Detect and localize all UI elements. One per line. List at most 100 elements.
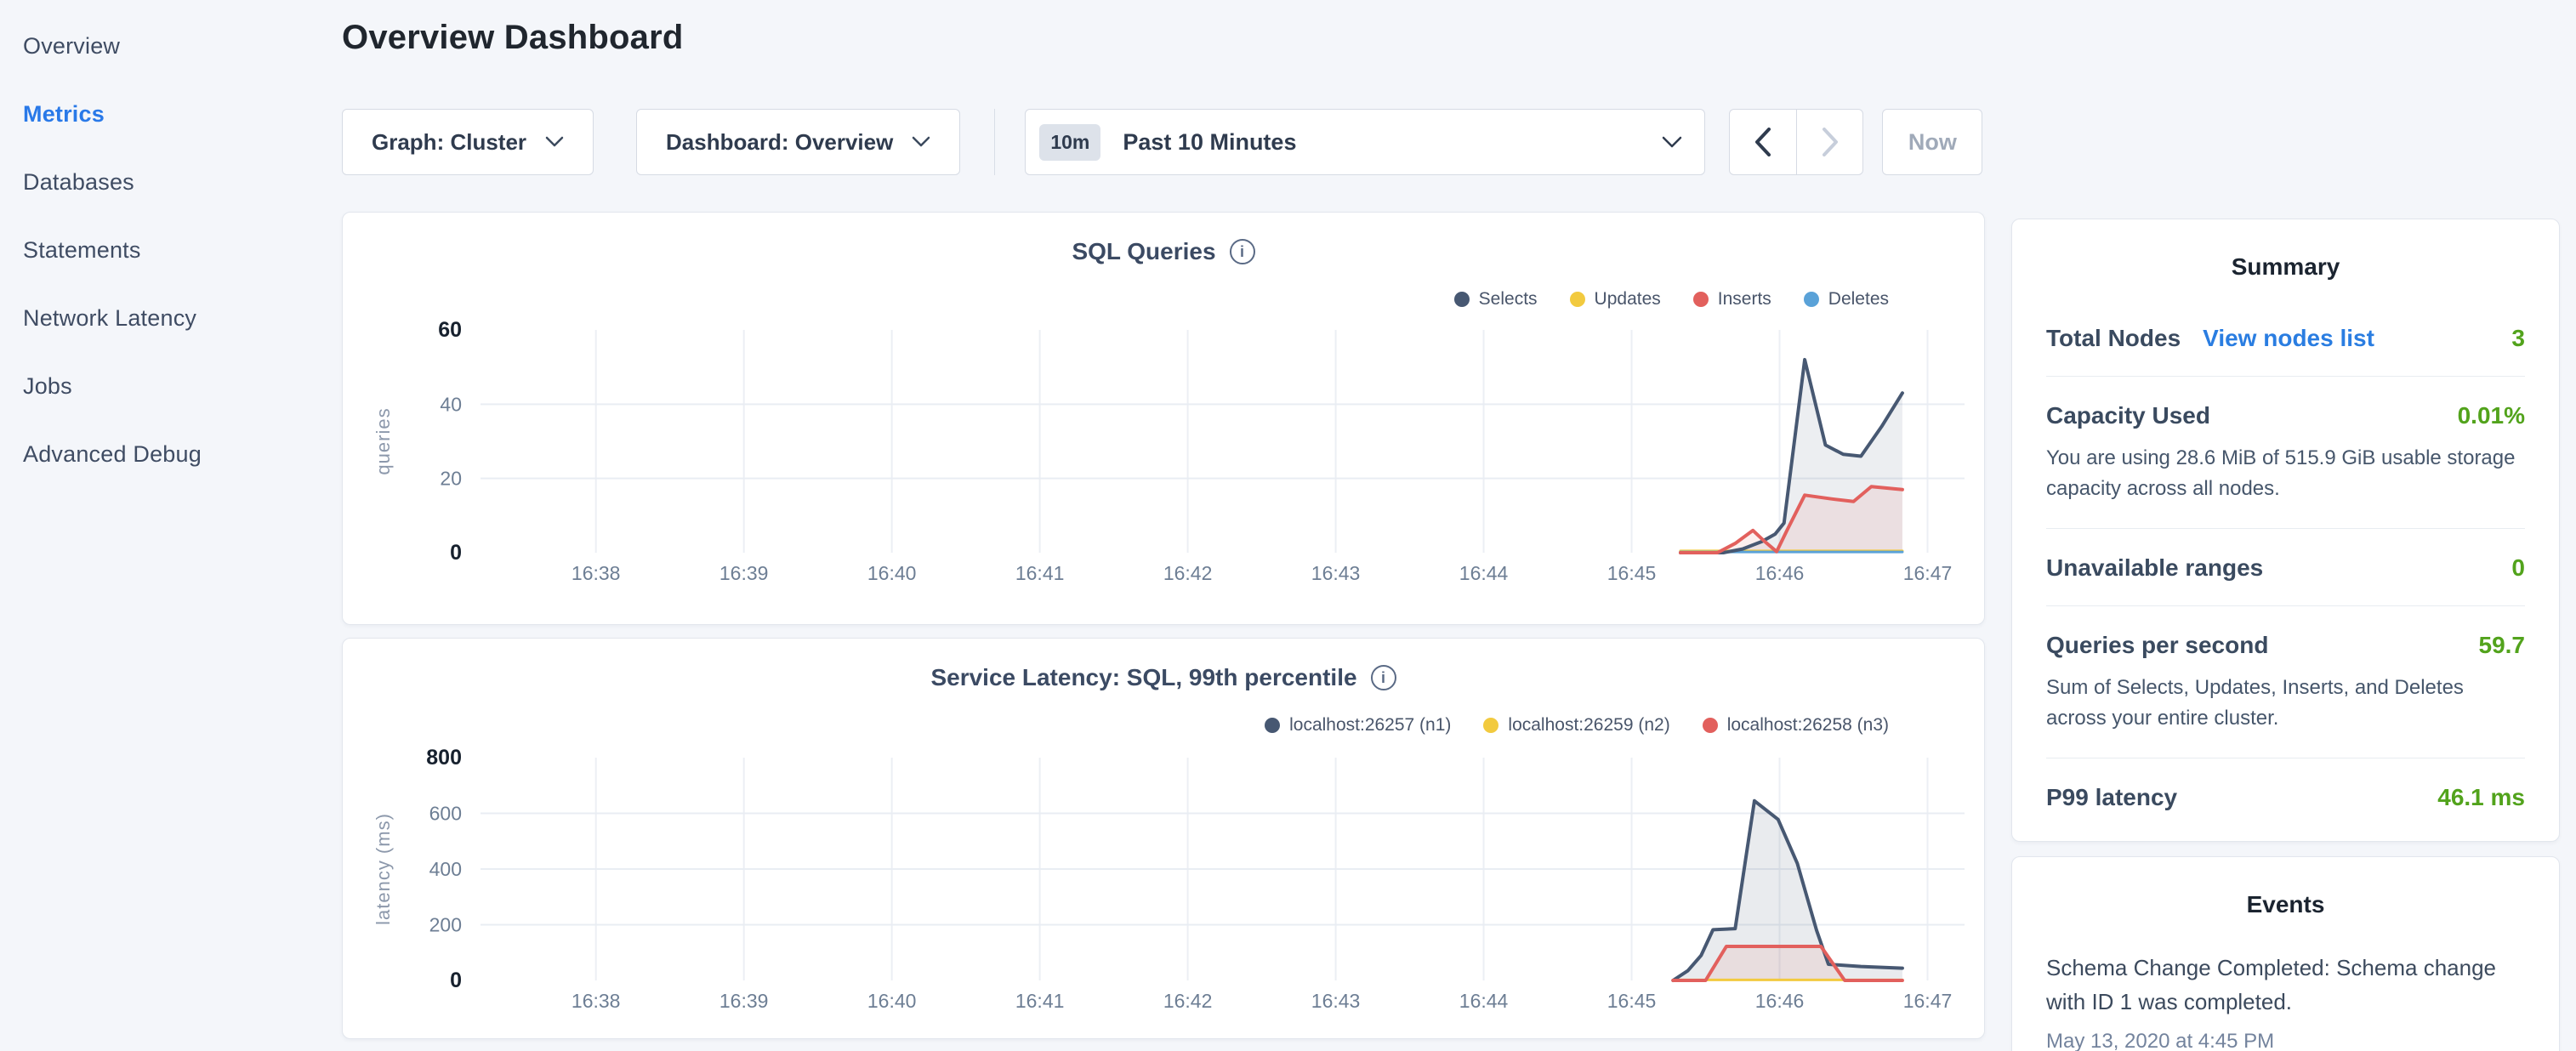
chevron-left-icon	[1754, 128, 1771, 156]
sidebar-item-jobs[interactable]: Jobs	[23, 352, 340, 420]
events-panel: Events Schema Change Completed: Schema c…	[2011, 856, 2560, 1051]
svg-text:16:46: 16:46	[1755, 990, 1805, 1012]
svg-text:16:45: 16:45	[1607, 562, 1657, 584]
unavailable-ranges-value: 0	[2511, 554, 2525, 582]
summary-row-total-nodes: Total Nodes View nodes list 3	[2046, 299, 2525, 377]
svg-text:16:40: 16:40	[867, 990, 917, 1012]
legend-dot-icon	[1693, 292, 1709, 307]
svg-text:queries: queries	[372, 407, 394, 474]
time-range-label: Past 10 Minutes	[1123, 129, 1296, 156]
legend-dot-icon	[1570, 292, 1585, 307]
svg-text:60: 60	[438, 318, 462, 342]
legend-dot-icon	[1454, 292, 1470, 307]
chart-legend: localhost:26257 (n1) localhost:26259 (n2)…	[1232, 715, 1889, 736]
chevron-right-icon	[1822, 128, 1839, 156]
page-title: Overview Dashboard	[342, 19, 1985, 57]
qps-value: 59.7	[2479, 632, 2526, 659]
graph-scope-label: Graph: Cluster	[372, 129, 526, 156]
summary-row-capacity: Capacity Used 0.01% You are using 28.6 M…	[2046, 377, 2525, 529]
legend-dot-icon	[1483, 718, 1498, 733]
chart-title: SQL Queries	[1072, 238, 1215, 265]
sql-queries-card: SQL Queries i Selects Updates Inserts Delet…	[342, 212, 1985, 625]
svg-text:16:42: 16:42	[1163, 562, 1213, 584]
svg-text:16:41: 16:41	[1015, 562, 1065, 584]
info-icon[interactable]: i	[1230, 239, 1255, 264]
summary-row-unavailable-ranges: Unavailable ranges 0	[2046, 529, 2525, 606]
svg-text:0: 0	[450, 969, 462, 992]
service-latency-chart[interactable]: 16:3816:3916:4016:4116:4216:4316:4416:45…	[343, 741, 1984, 1023]
legend-item[interactable]: Inserts	[1693, 289, 1771, 310]
legend-label: localhost:26257 (n1)	[1289, 715, 1451, 736]
sidebar-item-statements[interactable]: Statements	[23, 216, 340, 284]
legend-dot-icon	[1703, 718, 1718, 733]
svg-text:16:39: 16:39	[719, 990, 769, 1012]
chart-title: Service Latency: SQL, 99th percentile	[930, 664, 1356, 691]
svg-text:20: 20	[440, 468, 462, 490]
sidebar-item-network-latency[interactable]: Network Latency	[23, 284, 340, 352]
sql-queries-chart[interactable]: 16:3816:3916:4016:4116:4216:4316:4416:45…	[343, 313, 1984, 595]
summary-title: Summary	[2046, 253, 2525, 281]
svg-text:16:46: 16:46	[1755, 562, 1805, 584]
svg-text:16:43: 16:43	[1311, 990, 1361, 1012]
sidebar-item-overview[interactable]: Overview	[23, 12, 340, 80]
svg-text:16:40: 16:40	[867, 562, 917, 584]
legend-label: Updates	[1595, 289, 1661, 310]
p99-latency-label: P99 latency	[2046, 784, 2177, 811]
legend-label: Deletes	[1828, 289, 1889, 310]
svg-text:16:42: 16:42	[1163, 990, 1213, 1012]
svg-text:16:43: 16:43	[1311, 562, 1361, 584]
graph-scope-dropdown[interactable]: Graph: Cluster	[342, 109, 594, 175]
toolbar-divider	[994, 109, 995, 175]
legend-item[interactable]: localhost:26259 (n2)	[1483, 715, 1669, 736]
qps-label: Queries per second	[2046, 632, 2268, 659]
summary-row-qps: Queries per second 59.7 Sum of Selects, …	[2046, 606, 2525, 758]
svg-text:16:44: 16:44	[1459, 562, 1509, 584]
capacity-label: Capacity Used	[2046, 402, 2210, 429]
time-range-badge: 10m	[1039, 124, 1100, 161]
time-next-button[interactable]	[1796, 110, 1862, 174]
svg-text:400: 400	[429, 858, 462, 880]
app-window: Overview Metrics Databases Statements Ne…	[0, 0, 2576, 1051]
time-range-picker[interactable]: 10m Past 10 Minutes	[1025, 109, 1705, 175]
info-icon[interactable]: i	[1371, 665, 1396, 690]
summary-panel: Summary Total Nodes View nodes list 3 Ca…	[2011, 219, 2560, 842]
legend-label: localhost:26259 (n2)	[1508, 715, 1669, 736]
chevron-down-icon	[545, 136, 564, 148]
summary-row-p99: P99 latency 46.1 ms	[2046, 758, 2525, 835]
legend-item[interactable]: localhost:26258 (n3)	[1703, 715, 1889, 736]
svg-text:16:39: 16:39	[719, 562, 769, 584]
event-item[interactable]: Schema Change Completed: Schema change w…	[2046, 951, 2525, 1051]
chevron-down-icon	[912, 136, 930, 148]
sidebar-item-advanced-debug[interactable]: Advanced Debug	[23, 420, 340, 488]
now-button[interactable]: Now	[1882, 109, 1982, 175]
svg-text:16:41: 16:41	[1015, 990, 1065, 1012]
event-message: Schema Change Completed: Schema change w…	[2046, 951, 2525, 1020]
svg-text:40: 40	[440, 393, 462, 415]
legend-item[interactable]: Deletes	[1804, 289, 1889, 310]
legend-dot-icon	[1265, 718, 1280, 733]
service-latency-card: Service Latency: SQL, 99th percentile i …	[342, 638, 1985, 1039]
unavailable-ranges-label: Unavailable ranges	[2046, 554, 2263, 582]
dashboard-dropdown[interactable]: Dashboard: Overview	[636, 109, 960, 175]
qps-description: Sum of Selects, Updates, Inserts, and De…	[2046, 673, 2525, 734]
legend-dot-icon	[1804, 292, 1819, 307]
svg-text:latency (ms): latency (ms)	[372, 813, 394, 925]
svg-text:16:44: 16:44	[1459, 990, 1509, 1012]
legend-item[interactable]: Selects	[1454, 289, 1538, 310]
svg-text:0: 0	[450, 541, 462, 565]
legend-item[interactable]: localhost:26257 (n1)	[1265, 715, 1451, 736]
sidebar-item-databases[interactable]: Databases	[23, 148, 340, 216]
svg-text:200: 200	[429, 914, 462, 936]
legend-label: localhost:26258 (n3)	[1727, 715, 1889, 736]
total-nodes-label: Total Nodes	[2046, 325, 2181, 352]
svg-text:16:38: 16:38	[571, 990, 621, 1012]
view-nodes-list-link[interactable]: View nodes list	[2203, 325, 2374, 352]
time-prev-button[interactable]	[1730, 110, 1796, 174]
event-timestamp: May 13, 2020 at 4:45 PM	[2046, 1030, 2525, 1051]
legend-label: Selects	[1479, 289, 1538, 310]
sidebar-item-metrics[interactable]: Metrics	[23, 80, 340, 148]
total-nodes-value: 3	[2511, 325, 2525, 352]
main-content: Overview Dashboard Graph: Cluster Dashbo…	[342, 0, 1985, 57]
legend-item[interactable]: Updates	[1570, 289, 1661, 310]
toolbar: Graph: Cluster Dashboard: Overview 10m P…	[342, 109, 1982, 175]
